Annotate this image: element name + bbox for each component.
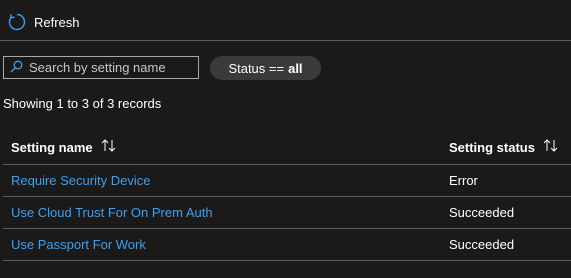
- table-header: Setting name Setting status: [3, 130, 571, 165]
- record-count: Showing 1 to 3 of 3 records: [3, 96, 162, 111]
- status-filter-label: Status ==: [228, 60, 285, 76]
- command-bar: Refresh: [0, 0, 571, 41]
- settings-table: Setting name Setting status Require Secu…: [3, 130, 571, 261]
- sort-arrows-icon: [101, 139, 117, 155]
- search-icon: [4, 60, 23, 76]
- refresh-button[interactable]: Refresh: [8, 10, 80, 34]
- table-row: Use Cloud Trust For On Prem Auth Succeed…: [3, 197, 571, 229]
- column-header-setting-status[interactable]: Setting status: [449, 139, 559, 155]
- status-filter-value: all: [288, 60, 303, 76]
- table-row: Require Security Device Error: [3, 165, 571, 197]
- setting-name-link[interactable]: Use Cloud Trust For On Prem Auth: [11, 205, 213, 220]
- refresh-label: Refresh: [34, 14, 80, 30]
- status-filter-pill[interactable]: Status == all: [210, 56, 321, 80]
- search-input[interactable]: [23, 60, 189, 75]
- search-box[interactable]: [3, 56, 199, 79]
- column-header-label: Setting status: [449, 139, 535, 155]
- setting-status: Error: [449, 173, 478, 188]
- sort-arrows-icon: [543, 139, 559, 155]
- table-row: Use Passport For Work Succeeded: [3, 229, 571, 261]
- setting-status: Succeeded: [449, 205, 515, 220]
- setting-name-link[interactable]: Use Passport For Work: [11, 237, 146, 252]
- column-header-setting-name[interactable]: Setting name: [11, 139, 117, 155]
- setting-status: Succeeded: [449, 237, 515, 252]
- refresh-icon: [8, 13, 26, 31]
- setting-name-link[interactable]: Require Security Device: [11, 173, 150, 188]
- column-header-label: Setting name: [11, 139, 93, 155]
